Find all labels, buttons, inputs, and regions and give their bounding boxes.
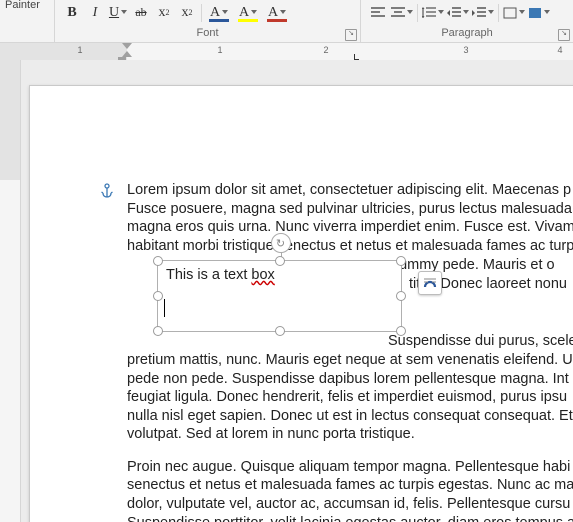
ruler-number: 4 [557,45,562,55]
chevron-down-icon [544,10,550,16]
group-paragraph [361,0,573,25]
chevron-down-icon [222,10,228,16]
text-fill-bar [267,19,287,22]
format-painter-label[interactable]: Painter [5,0,40,11]
italic-button[interactable]: I [84,1,106,25]
text-box[interactable]: ↻ This is a text box [157,260,402,332]
ruler-number: 1 [217,45,222,55]
paragraph[interactable]: Lorem ipsum dolor sit amet, consectetuer… [127,181,573,255]
page-scroll-area[interactable]: Lorem ipsum dolor sit amet, consectetuer… [21,60,573,522]
highlight-color-bar [238,19,258,22]
font-group-label: Font [196,27,218,39]
rotate-handle[interactable]: ↻ [271,233,291,253]
align-left-button[interactable] [367,1,389,25]
strikethrough-button[interactable]: ab [130,1,152,25]
ruler-vertical[interactable] [0,60,21,522]
ruler-number: 3 [463,45,468,55]
resize-handle-n[interactable] [275,256,285,266]
resize-handle-w[interactable] [153,291,163,301]
paragraph[interactable]: pretium mattis, nunc. Mauris eget neque … [127,351,573,444]
group-clipboard: Painter [0,0,54,25]
ruler-margin-shade [0,43,127,61]
first-line-indent-marker[interactable] [122,43,132,49]
resize-handle-se[interactable] [396,326,406,336]
highlight-color-button[interactable]: A [234,1,262,25]
chevron-down-icon [438,10,444,16]
indent-increase-button[interactable] [471,1,495,25]
resize-handle-sw[interactable] [153,326,163,336]
resize-handle-s[interactable] [275,326,285,336]
chevron-down-icon [463,10,469,16]
ribbon: Painter B I U ab x2 x2 A A A [0,0,573,43]
font-dialog-launcher[interactable]: ↘ [345,29,357,41]
ruler-number: 2 [323,45,328,55]
resize-handle-e[interactable] [396,291,406,301]
align-center-button[interactable] [390,1,414,25]
page[interactable]: Lorem ipsum dolor sit amet, consectetuer… [29,85,573,522]
paragraph-dialog-launcher[interactable]: ↘ [558,29,570,41]
paragraph[interactable]: Proin nec augue. Quisque aliquam tempor … [127,458,573,522]
font-color-bar [209,19,229,22]
superscript-button[interactable]: x2 [176,1,198,25]
indent-decrease-button[interactable] [446,1,470,25]
document-workspace: Lorem ipsum dolor sit amet, consectetuer… [0,60,573,522]
chevron-down-icon [519,10,525,16]
line-spacing-button[interactable] [421,1,445,25]
ruler-number: 1 [77,45,82,55]
bold-button[interactable]: B [61,1,83,25]
chevron-down-icon [251,10,257,16]
chevron-down-icon [121,10,127,16]
underline-button[interactable]: U [107,1,129,25]
resize-handle-ne[interactable] [396,256,406,266]
subscript-button[interactable]: x2 [153,1,175,25]
text-fill-button[interactable]: A [263,1,291,25]
resize-handle-nw[interactable] [153,256,163,266]
anchor-icon[interactable] [100,183,114,204]
chevron-down-icon [280,10,286,16]
shading-button[interactable] [527,1,551,25]
document-body[interactable]: Lorem ipsum dolor sit amet, consectetuer… [127,181,573,522]
group-font: B I U ab x2 x2 A A A [54,0,361,25]
paragraph-group-label: Paragraph [441,27,492,39]
font-color-button[interactable]: A [205,1,233,25]
chevron-down-icon [488,10,494,16]
layout-options-button[interactable] [418,271,442,295]
ruler-v-margin-shade [0,60,20,180]
chevron-down-icon [407,10,413,16]
paragraph-fragment[interactable]: Suspendisse dui purus, scele [388,332,573,351]
borders-button[interactable] [502,1,526,25]
text-cursor [164,299,165,317]
paragraph-fragment[interactable]: nummy pede. Mauris et o [391,256,555,275]
